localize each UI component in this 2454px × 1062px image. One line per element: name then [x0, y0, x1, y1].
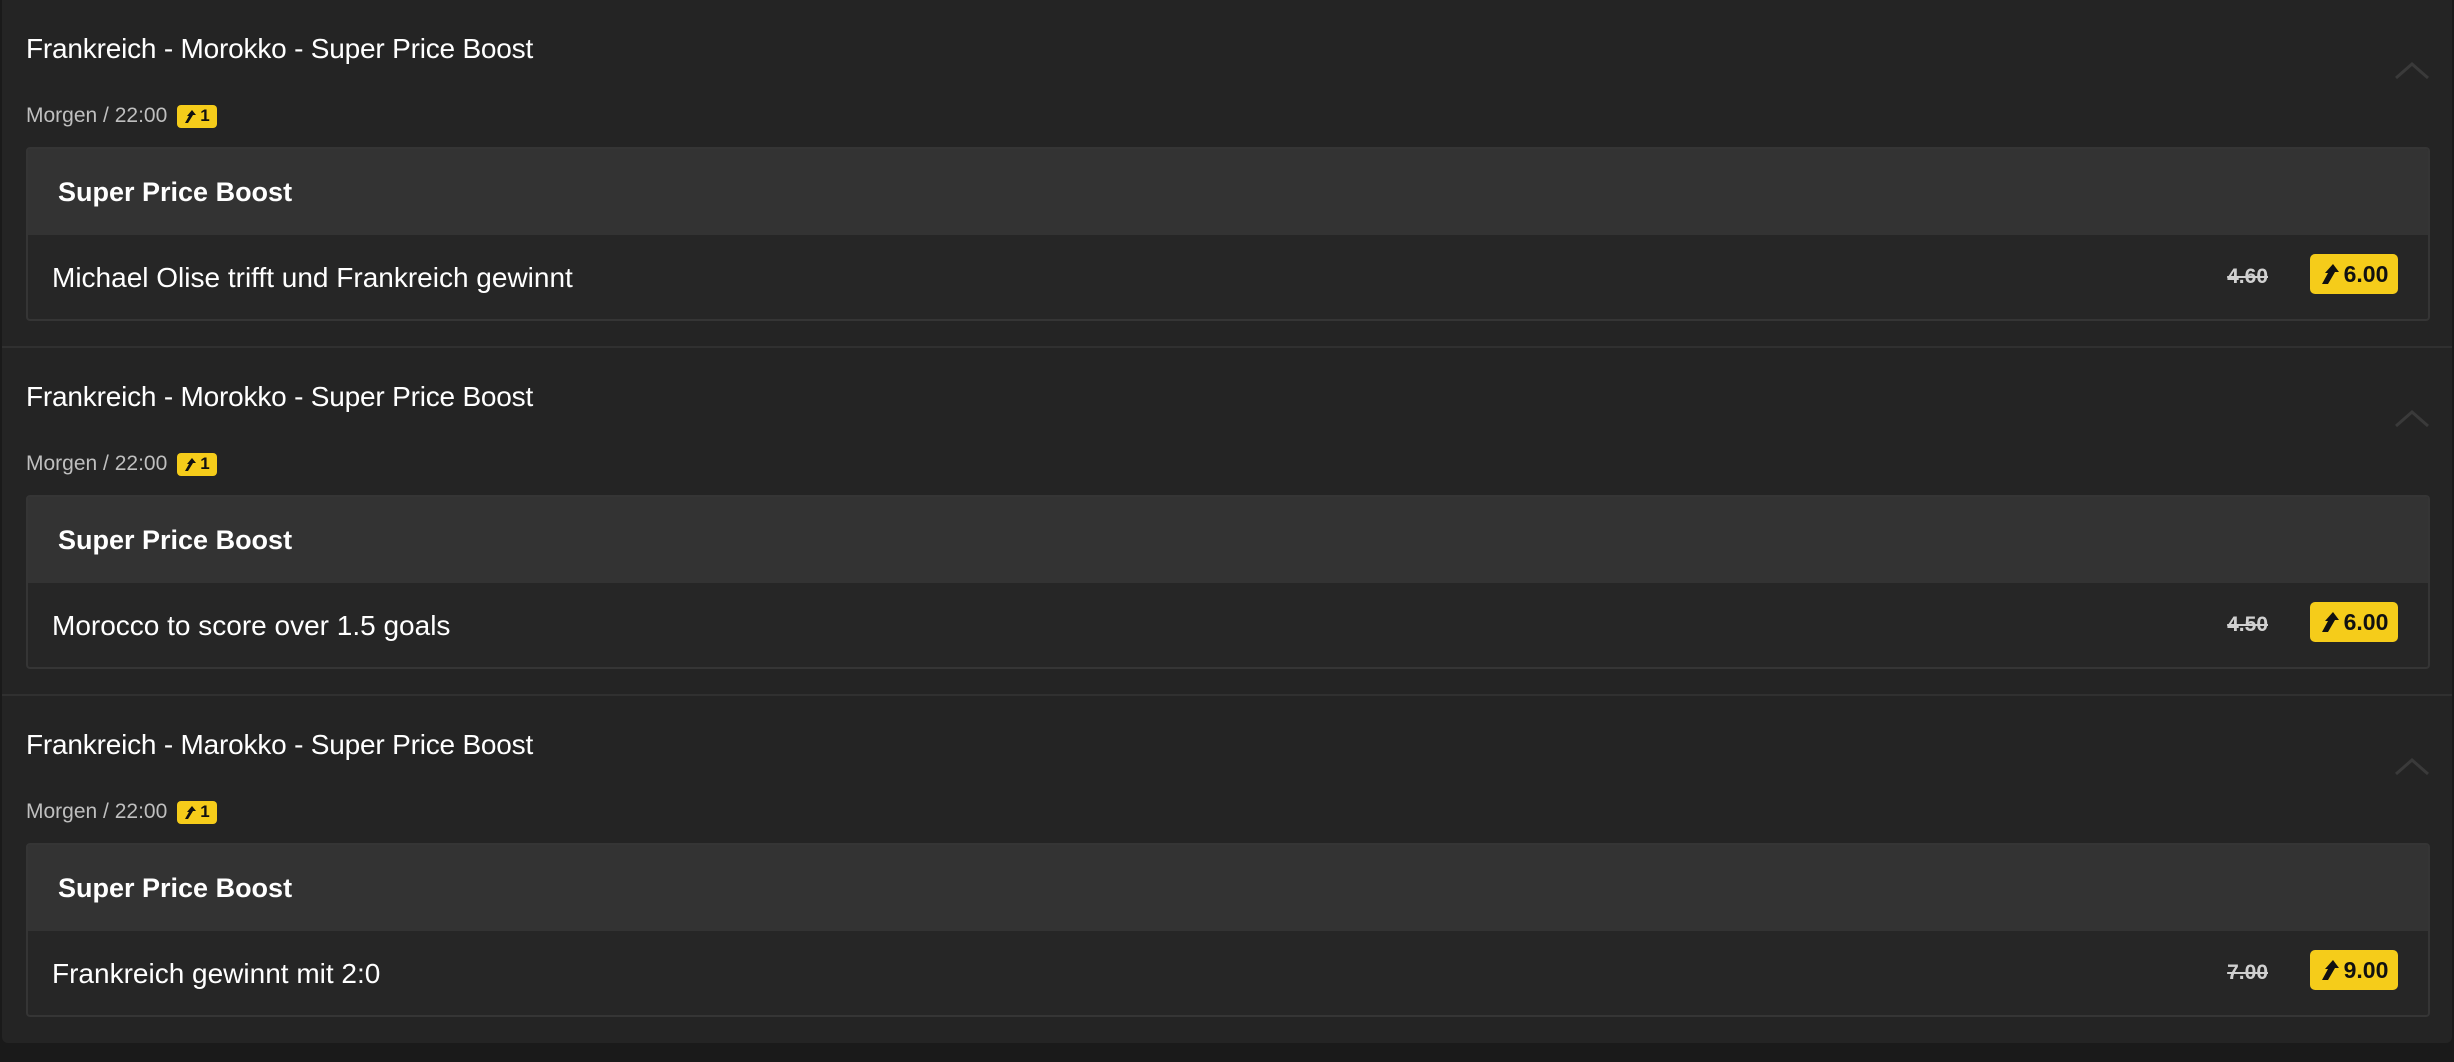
- market-title: Super Price Boost: [28, 497, 2428, 583]
- market-card: Super Price Boost Michael Olise trifft u…: [26, 147, 2430, 321]
- selection-label: Morocco to score over 1.5 goals: [52, 610, 451, 641]
- event-time: Morgen / 22:00: [26, 452, 168, 475]
- selection-row[interactable]: Morocco to score over 1.5 goals 4.50 6.0…: [28, 583, 2428, 667]
- event-meta: Morgen / 22:00 1: [26, 800, 217, 824]
- boost-arrow-icon: [185, 805, 197, 819]
- market-title: Super Price Boost: [28, 845, 2428, 931]
- boosted-price-value: 9.00: [2343, 956, 2389, 983]
- event-title[interactable]: Frankreich - Morokko - Super Price Boost: [26, 33, 533, 65]
- event-meta: Morgen / 22:00 1: [26, 104, 217, 128]
- chevron-up-icon[interactable]: [2394, 756, 2430, 776]
- boost-list: Frankreich - Morokko - Super Price Boost…: [2, 0, 2452, 1043]
- boost-count-value: 1: [200, 106, 210, 125]
- event-meta: Morgen / 22:00 1: [26, 452, 217, 476]
- boosted-price-value: 6.00: [2343, 260, 2389, 287]
- market-card: Super Price Boost Morocco to score over …: [26, 495, 2430, 669]
- selection-label: Frankreich gewinnt mit 2:0: [52, 958, 381, 989]
- event-card: Frankreich - Morokko - Super Price Boost…: [2, 348, 2452, 696]
- boost-count-value: 1: [200, 802, 210, 821]
- boost-count-value: 1: [200, 454, 210, 473]
- boosted-price-button[interactable]: 9.00: [2310, 950, 2398, 990]
- event-card: Frankreich - Morokko - Super Price Boost…: [2, 0, 2452, 348]
- boost-arrow-icon: [2321, 264, 2339, 284]
- event-time: Morgen / 22:00: [26, 800, 168, 823]
- boosted-price-button[interactable]: 6.00: [2310, 254, 2398, 294]
- boost-arrow-icon: [185, 109, 197, 123]
- event-card: Frankreich - Marokko - Super Price Boost…: [2, 696, 2452, 1043]
- old-price: 4.60: [2227, 265, 2268, 288]
- selection-row[interactable]: Frankreich gewinnt mit 2:0 7.00 9.00: [28, 931, 2428, 1015]
- boosted-price-value: 6.00: [2343, 608, 2389, 635]
- chevron-up-icon[interactable]: [2394, 408, 2430, 428]
- event-time: Morgen / 22:00: [26, 104, 168, 127]
- selection-row[interactable]: Michael Olise trifft und Frankreich gewi…: [28, 235, 2428, 319]
- old-price: 7.00: [2227, 961, 2268, 984]
- boost-arrow-icon: [185, 457, 197, 471]
- boost-arrow-icon: [2321, 612, 2339, 632]
- market-card: Super Price Boost Frankreich gewinnt mit…: [26, 843, 2430, 1017]
- boost-count-badge: 1: [177, 800, 217, 824]
- boost-count-badge: 1: [177, 452, 217, 476]
- event-title[interactable]: Frankreich - Marokko - Super Price Boost: [26, 729, 533, 761]
- selection-label: Michael Olise trifft und Frankreich gewi…: [52, 262, 573, 293]
- event-title[interactable]: Frankreich - Morokko - Super Price Boost: [26, 381, 533, 413]
- boost-arrow-icon: [2321, 960, 2339, 980]
- chevron-up-icon[interactable]: [2394, 60, 2430, 80]
- market-title: Super Price Boost: [28, 149, 2428, 235]
- boost-count-badge: 1: [177, 104, 217, 128]
- old-price: 4.50: [2227, 613, 2268, 636]
- boosted-price-button[interactable]: 6.00: [2310, 602, 2398, 642]
